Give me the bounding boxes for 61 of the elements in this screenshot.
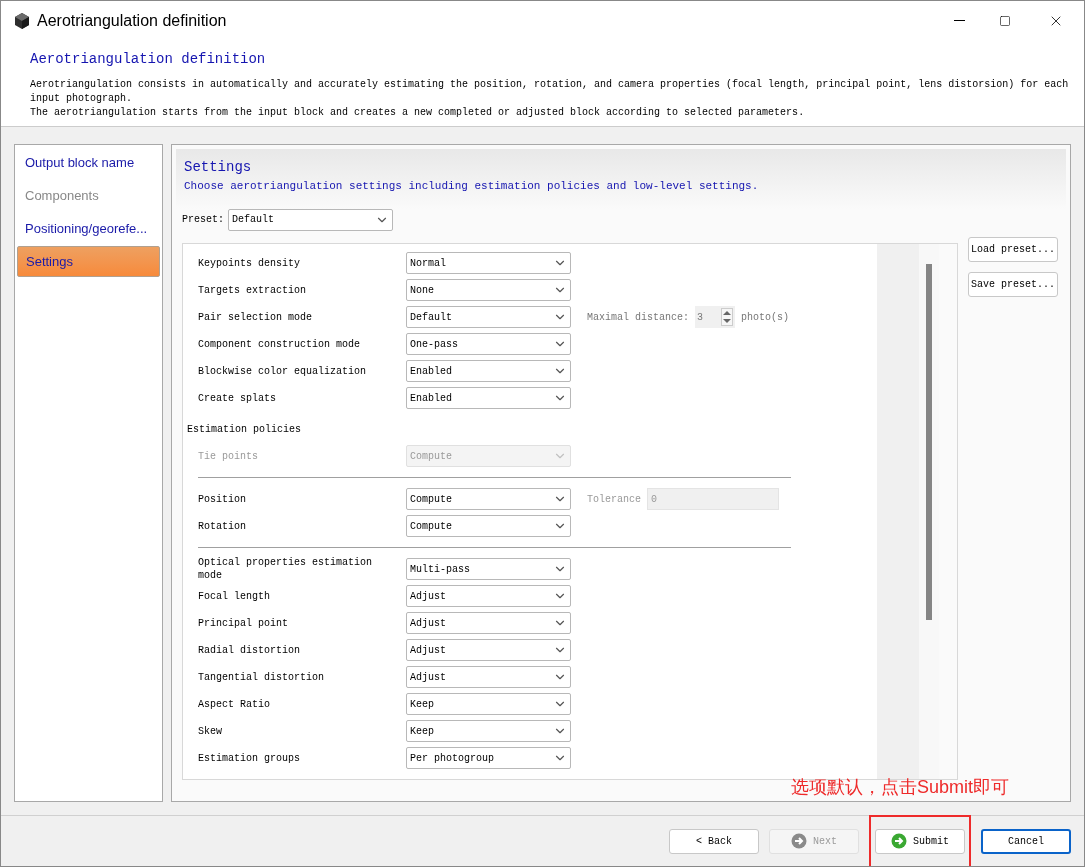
dropdown[interactable]: Compute xyxy=(406,515,571,537)
setting-label: Tie points xyxy=(198,449,259,463)
setting-label: Principal point xyxy=(198,616,289,630)
settings-subtitle: Choose aerotriangulation settings including estimation policies and low-level settings. xyxy=(184,179,760,194)
dropdown[interactable]: Per photogroup xyxy=(406,747,571,769)
setting-label: Keypoints density xyxy=(198,256,302,270)
field-label: Tolerance xyxy=(587,492,641,507)
dropdown[interactable]: One-pass xyxy=(406,333,571,355)
section-heading: Estimation policies xyxy=(187,422,302,437)
dropdown[interactable]: Default xyxy=(406,306,571,328)
field-label: Maximal distance: xyxy=(587,310,690,325)
setting-label: Targets extraction xyxy=(198,283,308,297)
maximize-icon xyxy=(999,14,1011,27)
description-text: The aerotriangulation starts from the input block and creates a new completed or adjusted block according to selected parameters. xyxy=(30,106,806,120)
setting-label: Focal length xyxy=(198,589,271,603)
cube-icon xyxy=(13,11,31,30)
dropdown[interactable]: Keep xyxy=(406,693,571,715)
dropdown[interactable]: Compute xyxy=(406,488,571,510)
setting-label: Optical properties estimation mode xyxy=(198,556,374,582)
dropdown[interactable]: Adjust xyxy=(406,585,571,607)
spin-field[interactable]: 3 xyxy=(695,306,736,328)
setting-label: Pair selection mode xyxy=(198,310,314,324)
arrow-circle-icon xyxy=(791,833,807,849)
minimize-icon xyxy=(953,20,965,21)
dropdown[interactable]: Adjust xyxy=(406,639,571,661)
preset-button[interactable]: Load preset... xyxy=(968,236,1058,262)
setting-label: Tangential distortion xyxy=(198,670,326,684)
dropdown[interactable]: Enabled xyxy=(406,387,571,409)
setting-label: Radial distortion xyxy=(198,643,302,657)
setting-label: Position xyxy=(198,492,247,506)
settings-title: Settings xyxy=(184,158,253,177)
setting-label: Aspect Ratio xyxy=(198,697,271,711)
arrow-circle-icon xyxy=(891,833,907,849)
setting-label: Component construction mode xyxy=(198,337,362,351)
preset-button[interactable]: Save preset... xyxy=(968,271,1058,297)
spinner-arrows-icon xyxy=(721,308,734,326)
window-title: Aerotriangulation definition xyxy=(37,10,227,31)
annotation-text: 选项默认，点击Submit即可 xyxy=(791,776,1010,799)
cancel-button[interactable]: Cancel xyxy=(981,828,1071,854)
dropdown[interactable]: Default xyxy=(228,208,393,231)
setting-label: Create splats xyxy=(198,391,277,405)
setting-label: Blockwise color equalization xyxy=(198,364,368,378)
back-button[interactable]: < Back xyxy=(669,828,759,854)
dropdown[interactable]: Enabled xyxy=(406,360,571,382)
dropdown[interactable]: None xyxy=(406,279,571,301)
setting-label: Rotation xyxy=(198,519,247,533)
dropdown[interactable]: Adjust xyxy=(406,666,571,688)
setting-label: Skew xyxy=(198,724,223,738)
dropdown[interactable]: Normal xyxy=(406,252,571,274)
sidebar-item[interactable]: Settings xyxy=(17,246,160,277)
header-title: Aerotriangulation definition xyxy=(30,50,267,69)
submit-button[interactable]: Submit xyxy=(875,828,965,854)
unit-label: photo(s) xyxy=(741,310,790,325)
sidebar-item[interactable]: Output block name xyxy=(17,147,160,178)
description-text: Aerotriangulation consists in automatically and accurately estimating the position, rotation, and camera properties (focal length, principal point, lens distorsion) for each input photograph. xyxy=(30,78,1070,106)
dropdown[interactable]: Keep xyxy=(406,720,571,742)
sidebar-item[interactable]: Positioning/georefe... xyxy=(17,213,160,244)
dropdown[interactable]: Adjust xyxy=(406,612,571,634)
dropdown[interactable]: Multi-pass xyxy=(406,558,571,580)
preset-label: Preset: xyxy=(182,213,224,227)
setting-label: Estimation groups xyxy=(198,751,302,765)
